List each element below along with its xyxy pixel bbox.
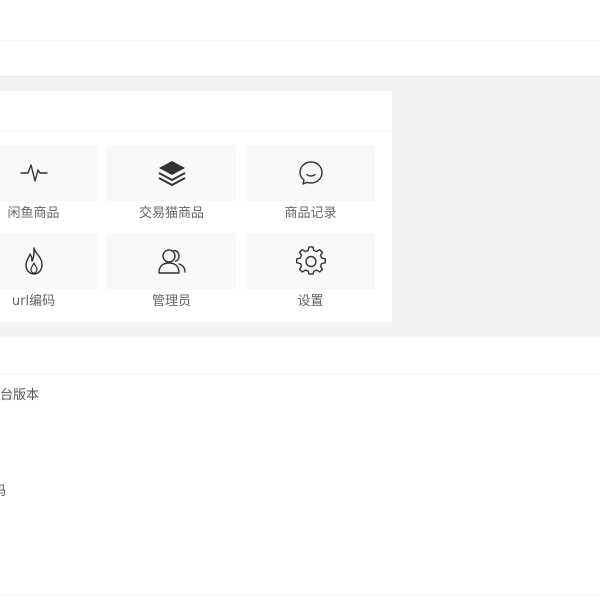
divider xyxy=(0,595,600,596)
card-header xyxy=(0,91,392,132)
shortcut-label: url编码 xyxy=(11,294,56,309)
truncated-label: 码 xyxy=(0,483,6,501)
fire-icon xyxy=(24,247,43,275)
divider xyxy=(0,374,600,375)
shortcut-url-encode[interactable] xyxy=(0,233,98,289)
pulse-icon xyxy=(19,164,48,182)
shortcut-jiaoyimao-goods[interactable] xyxy=(107,145,236,201)
tab-bar xyxy=(0,41,600,77)
version-label: 台版本 xyxy=(0,388,40,403)
shortcut-label: 管理员 xyxy=(151,294,191,309)
shortcut-goods-records[interactable] xyxy=(246,145,375,201)
smile-icon xyxy=(298,161,323,185)
page: 闲鱼商品 交易猫商品 商品记录 url编码 管理员 设置 台版本 xyxy=(0,0,600,600)
shortcut-label: 交易猫商品 xyxy=(138,206,204,221)
users-icon xyxy=(157,249,186,274)
shortcut-settings[interactable] xyxy=(246,233,375,289)
shortcut-label: 闲鱼商品 xyxy=(7,206,60,221)
system-info-panel: 台版本 码 xyxy=(0,337,600,600)
shortcut-xianyu-goods[interactable] xyxy=(0,145,98,201)
shortcut-card: 闲鱼商品 交易猫商品 商品记录 url编码 管理员 设置 xyxy=(0,91,392,322)
shortcut-label: 商品记录 xyxy=(284,206,337,221)
shortcut-administrator[interactable] xyxy=(107,233,236,289)
layers-icon xyxy=(158,161,185,186)
gear-icon xyxy=(295,246,326,275)
shortcut-label: 设置 xyxy=(297,294,324,309)
top-navigation-bar xyxy=(0,0,600,41)
